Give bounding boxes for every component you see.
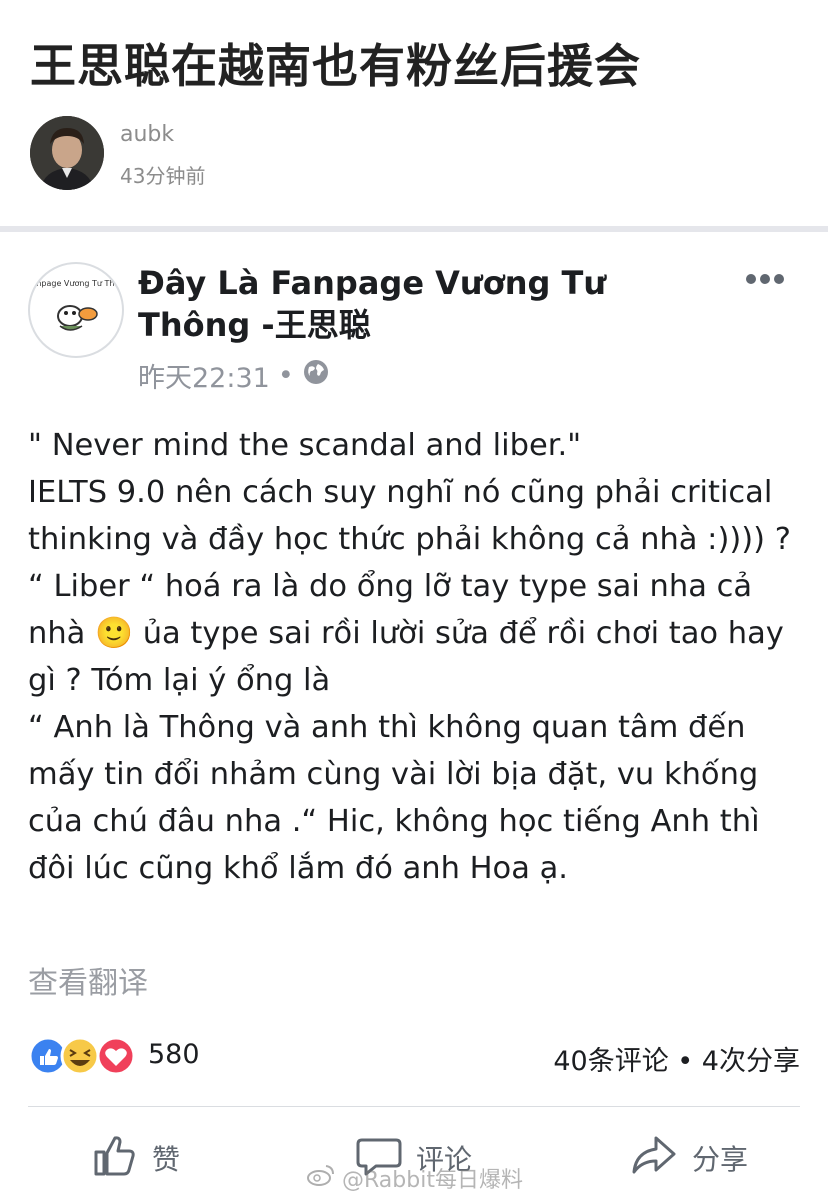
- watermark-text: @Rabbit每日爆料: [342, 1168, 523, 1193]
- globe-icon: [302, 358, 330, 393]
- post-timestamp: 43分钟前: [120, 164, 206, 188]
- section-divider: [0, 226, 828, 232]
- post-meta: 昨天22:31 •: [138, 356, 330, 395]
- thumbs-up-icon: [92, 1132, 138, 1185]
- like-button[interactable]: 赞: [92, 1130, 180, 1186]
- avatar-logo-text: Fanpage Vương Tư Thôn: [30, 278, 122, 288]
- love-reaction-icon: [96, 1036, 136, 1076]
- weibo-icon: [306, 1163, 336, 1193]
- post-body: " Never mind the scandal and liber." IEL…: [28, 428, 791, 886]
- page-avatar[interactable]: Fanpage Vương Tư Thôn: [28, 262, 124, 358]
- haha-reaction-icon: [60, 1036, 100, 1076]
- like-label: 赞: [152, 1143, 181, 1176]
- comment-share-summary[interactable]: 40条评论 • 4次分享: [553, 1039, 800, 1078]
- action-bar-divider: [28, 1106, 800, 1107]
- share-icon: [630, 1132, 678, 1185]
- author-avatar[interactable]: [30, 116, 104, 190]
- share-label: 分享: [692, 1143, 749, 1176]
- reaction-icons[interactable]: [28, 1036, 140, 1076]
- watermark: @Rabbit每日爆料: [306, 1162, 523, 1194]
- article-title: 王思聪在越南也有粉丝后援会: [30, 39, 641, 93]
- see-translation-link[interactable]: 查看翻译: [28, 958, 148, 1002]
- reaction-count[interactable]: 580: [148, 1039, 200, 1070]
- author-name[interactable]: aubk: [120, 122, 174, 147]
- post-time: 昨天22:31: [138, 363, 270, 394]
- more-options-icon[interactable]: [742, 266, 788, 292]
- meta-separator: •: [277, 360, 294, 391]
- share-button[interactable]: 分享: [630, 1130, 748, 1186]
- page-name[interactable]: Đây Là Fanpage Vương Tư Thông -王思聪: [138, 262, 728, 346]
